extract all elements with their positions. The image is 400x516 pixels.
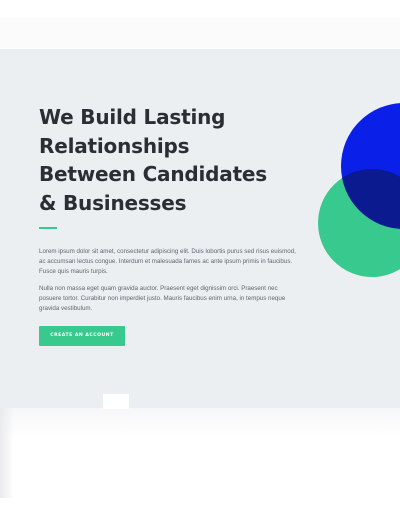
small-tab: [103, 394, 129, 409]
hero-paragraph-1: Lorem ipsum dolor sit amet, consectetur …: [39, 248, 296, 275]
overlapping-circles-graphic: [318, 103, 400, 277]
headline-line-1: We Build Lasting: [39, 105, 226, 129]
top-bar: [0, 0, 400, 49]
hero-paragraph-2: Nulla non massa eget quam gravida auctor…: [39, 285, 286, 312]
top-bar-panel: [0, 18, 400, 48]
page: We Build Lasting Relationships Between C…: [0, 0, 400, 516]
hero-section: We Build Lasting Relationships Between C…: [0, 49, 400, 408]
headline-line-2: Relationships: [39, 133, 190, 158]
headline-line-4: & Businesses: [39, 190, 187, 215]
create-account-button[interactable]: CREATE AN ACCOUNT: [39, 326, 125, 346]
left-edge-shadow: [0, 408, 14, 498]
accent-divider: [39, 227, 57, 229]
headline-line-3: Between Candidates: [39, 162, 268, 186]
hero-headline: We Build Lasting Relationships Between C…: [39, 103, 289, 217]
bottom-shadow: [0, 408, 400, 438]
